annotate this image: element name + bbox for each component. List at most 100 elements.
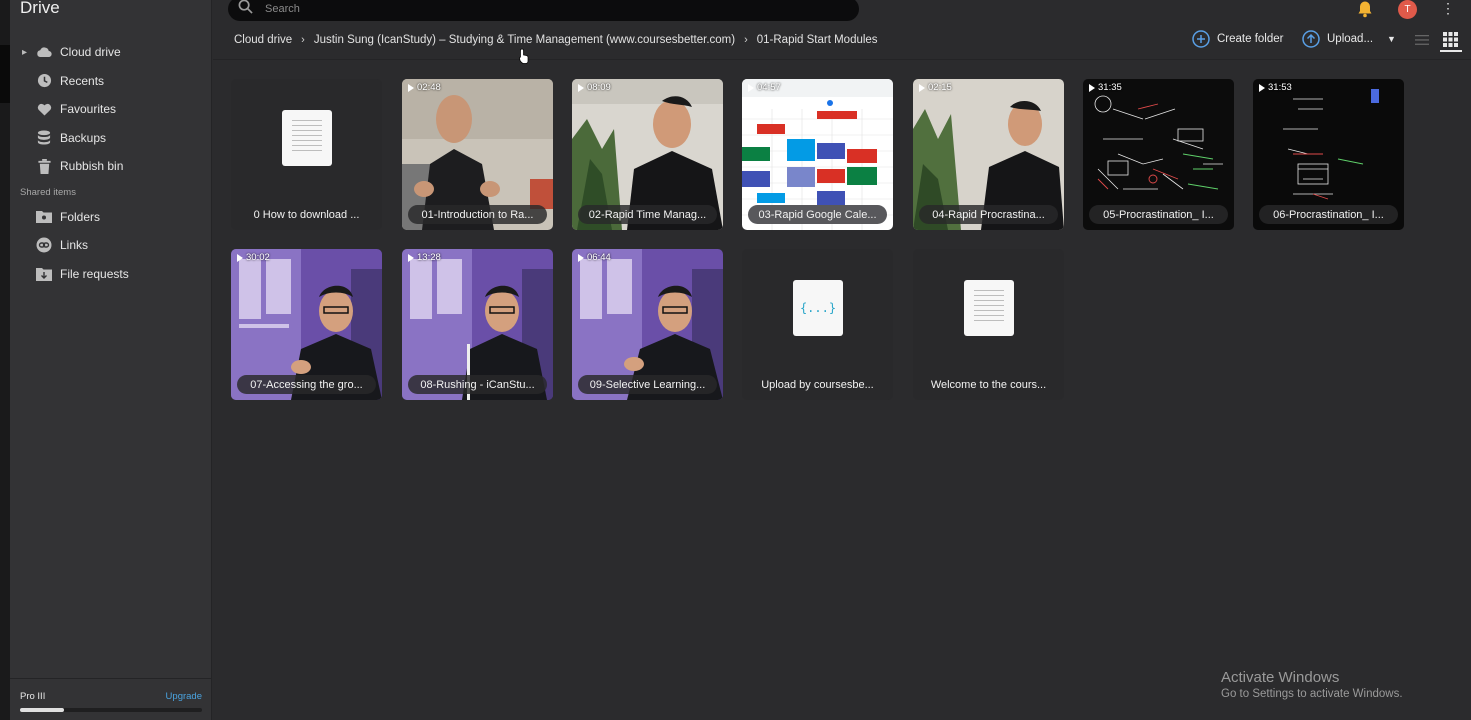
search-input[interactable] — [265, 3, 825, 15]
avatar[interactable]: T — [1398, 0, 1417, 19]
play-icon — [408, 83, 414, 92]
breadcrumb-item-cloud-drive[interactable]: Cloud drive — [234, 34, 292, 46]
play-icon — [578, 253, 584, 262]
breadcrumb-item-current-folder: 01-Rapid Start Modules — [756, 34, 878, 46]
sidebar-item-label: Recents — [60, 73, 105, 88]
duration-text: 02:15 — [928, 82, 952, 93]
upgrade-link[interactable]: Upgrade — [166, 691, 202, 702]
left-edge-strip — [0, 0, 10, 720]
duration-text: 02:48 — [417, 82, 441, 93]
plus-circle-icon — [1192, 30, 1210, 48]
sidebar-item-recents[interactable]: Recents — [10, 67, 212, 96]
shared-items-heading: Shared items — [20, 187, 76, 198]
file-card[interactable]: 02:48 01-Introduction to Ra... — [402, 79, 553, 230]
file-card[interactable]: 30:02 07-Accessing the gro... — [231, 249, 382, 400]
sidebar-item-links[interactable]: Links — [10, 231, 212, 260]
video-duration: 06:44 — [578, 252, 611, 263]
grid-view-icon[interactable] — [1443, 32, 1459, 47]
duration-text: 31:53 — [1268, 82, 1292, 93]
sidebar-item-cloud-drive[interactable]: ▸ Cloud drive — [10, 38, 212, 67]
storage-bar — [20, 708, 202, 712]
database-icon — [36, 130, 52, 146]
sidebar-item-folders[interactable]: Folders — [10, 203, 212, 232]
storage-bar-fill — [20, 708, 64, 712]
sidebar-item-rubbish-bin[interactable]: Rubbish bin — [10, 152, 212, 181]
file-name: 04-Rapid Procrastina... — [919, 205, 1058, 224]
chevron-down-icon[interactable]: ▼ — [1387, 34, 1396, 44]
video-duration: 02:48 — [408, 82, 441, 93]
play-icon — [237, 253, 243, 262]
sidebar-item-label: Favourites — [60, 102, 117, 117]
play-icon — [748, 83, 754, 92]
sidebar-item-file-requests[interactable]: File requests — [10, 260, 212, 289]
duration-text: 30:02 — [246, 252, 270, 263]
file-request-icon — [36, 266, 52, 282]
video-duration: 31:35 — [1089, 82, 1122, 93]
link-icon — [36, 237, 52, 253]
duration-text: 13:28 — [417, 252, 441, 263]
file-name: 07-Accessing the gro... — [237, 375, 376, 394]
sidebar-item-favourites[interactable]: Favourites — [10, 95, 212, 124]
active-view-indicator — [1440, 50, 1462, 52]
file-card[interactable]: 02:15 04-Rapid Procrastina... — [913, 79, 1064, 230]
upload-label: Upload... — [1327, 33, 1374, 45]
file-name: 08-Rushing - iCanStu... — [408, 375, 547, 394]
trash-icon — [36, 158, 52, 174]
upload-button[interactable]: Upload... ▼ — [1302, 30, 1396, 48]
file-card[interactable]: 13:28 08-Rushing - iCanStu... — [402, 249, 553, 400]
sidebar-item-label: Rubbish bin — [60, 159, 124, 174]
breadcrumb-chevron-icon: › — [744, 34, 748, 46]
file-card[interactable]: 06:44 09-Selective Learning... — [572, 249, 723, 400]
app-title: Drive — [20, 0, 60, 17]
breadcrumb: Cloud drive › Justin Sung (IcanStudy) – … — [234, 32, 878, 48]
breadcrumb-item-course-folder[interactable]: Justin Sung (IcanStudy) – Studying & Tim… — [314, 34, 735, 46]
sidebar-item-label: Folders — [60, 209, 101, 224]
file-name: Welcome to the cours... — [930, 378, 1047, 391]
video-duration: 08:09 — [578, 82, 611, 93]
create-folder-label: Create folder — [1217, 33, 1284, 45]
breadcrumb-chevron-icon: › — [301, 34, 305, 46]
sidebar-item-backups[interactable]: Backups — [10, 124, 212, 153]
document-icon — [282, 110, 332, 166]
search-icon — [238, 0, 253, 19]
file-card[interactable]: 08:09 02-Rapid Time Manag... — [572, 79, 723, 230]
play-icon — [1089, 83, 1095, 92]
file-name: 02-Rapid Time Manag... — [578, 205, 717, 224]
heart-icon — [36, 101, 52, 117]
file-card[interactable]: 04:57 03-Rapid Google Cale... — [742, 79, 893, 230]
clock-icon — [36, 73, 52, 89]
list-view-icon[interactable] — [1415, 33, 1429, 45]
file-card[interactable]: {...} Upload by coursesbe... — [742, 249, 893, 400]
duration-text: 08:09 — [587, 82, 611, 93]
file-name: 05-Procrastination_ I... — [1089, 205, 1228, 224]
search-bar[interactable] — [228, 0, 859, 21]
document-icon — [964, 280, 1014, 336]
watermark-subtitle: Go to Settings to activate Windows. — [1221, 688, 1403, 700]
file-card[interactable]: Welcome to the cours... — [913, 249, 1064, 400]
create-folder-button[interactable]: Create folder — [1192, 30, 1283, 48]
header-divider — [213, 59, 1471, 60]
cloud-icon — [36, 44, 52, 60]
file-name: 01-Introduction to Ra... — [408, 205, 547, 224]
more-options-icon[interactable]: ⋮ — [1441, 0, 1455, 18]
left-edge-block — [0, 45, 10, 103]
video-duration: 30:02 — [237, 252, 270, 263]
file-name: 03-Rapid Google Cale... — [748, 205, 887, 224]
bell-icon[interactable] — [1356, 0, 1374, 18]
sidebar: Drive ▸ Cloud drive Recents Favourites B… — [10, 0, 212, 720]
sidebar-item-label: Backups — [60, 130, 107, 145]
sidebar-item-label: Cloud drive — [60, 45, 121, 60]
upload-circle-icon — [1302, 30, 1320, 48]
file-card[interactable]: 31:53 06-Procrastination_ I... — [1253, 79, 1404, 230]
storage-panel: Pro III Upgrade — [10, 678, 212, 720]
chevron-right-icon[interactable]: ▸ — [22, 47, 36, 58]
mouse-cursor-icon — [519, 48, 529, 64]
file-card[interactable]: 31:35 05-Procrastination_ I... — [1083, 79, 1234, 230]
file-name: 09-Selective Learning... — [578, 375, 717, 394]
play-icon — [408, 253, 414, 262]
sidebar-item-label: Links — [60, 238, 89, 253]
play-icon — [1259, 83, 1265, 92]
duration-text: 06:44 — [587, 252, 611, 263]
file-card[interactable]: 0 How to download ... — [231, 79, 382, 230]
file-name: 06-Procrastination_ I... — [1259, 205, 1398, 224]
